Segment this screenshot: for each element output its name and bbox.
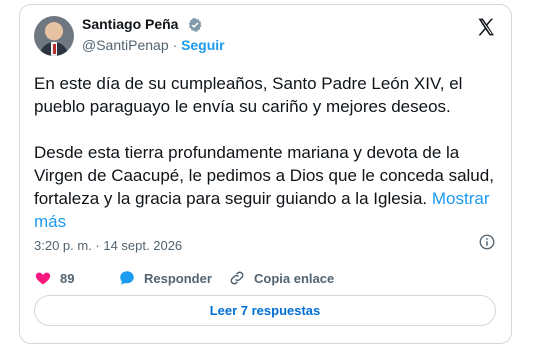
author-name[interactable]: Santiago Peña bbox=[82, 16, 178, 32]
heart-icon bbox=[35, 272, 51, 285]
link-icon bbox=[230, 271, 244, 285]
x-logo-icon[interactable] bbox=[476, 17, 496, 37]
avatar-tie bbox=[52, 44, 56, 54]
avatar[interactable] bbox=[34, 16, 74, 56]
tweet-paragraph-2: Desde esta tierra profundamente mariana … bbox=[34, 143, 494, 208]
follow-button[interactable]: Seguir bbox=[181, 37, 225, 53]
copy-link-label: Copia enlace bbox=[254, 270, 335, 286]
copy-link-button[interactable]: Copia enlace bbox=[228, 269, 334, 287]
like-button[interactable]: 89 bbox=[34, 269, 74, 287]
author-handle[interactable]: @SantiPenap bbox=[82, 37, 169, 53]
reply-bubble-icon bbox=[120, 271, 134, 285]
handle-separator: · bbox=[172, 37, 178, 53]
like-count: 89 bbox=[60, 270, 75, 286]
tweet-card: Santiago Peña @SantiPenap · Seguir En es… bbox=[19, 4, 512, 344]
handle-row: @SantiPenap · Seguir bbox=[82, 37, 225, 53]
verified-icon bbox=[188, 17, 202, 32]
tweet-paragraph-1: En este día de su cumpleaños, Santo Padr… bbox=[34, 74, 463, 116]
reply-button[interactable]: Responder bbox=[118, 269, 212, 287]
reply-label: Responder bbox=[144, 270, 212, 286]
read-replies-button[interactable]: Leer 7 respuestas bbox=[34, 295, 496, 326]
info-icon[interactable] bbox=[478, 233, 496, 251]
tweet-timestamp[interactable]: 3:20 p. m. · 14 sept. 2026 bbox=[34, 238, 182, 253]
tweet-text: En este día de su cumpleaños, Santo Padr… bbox=[34, 72, 504, 233]
